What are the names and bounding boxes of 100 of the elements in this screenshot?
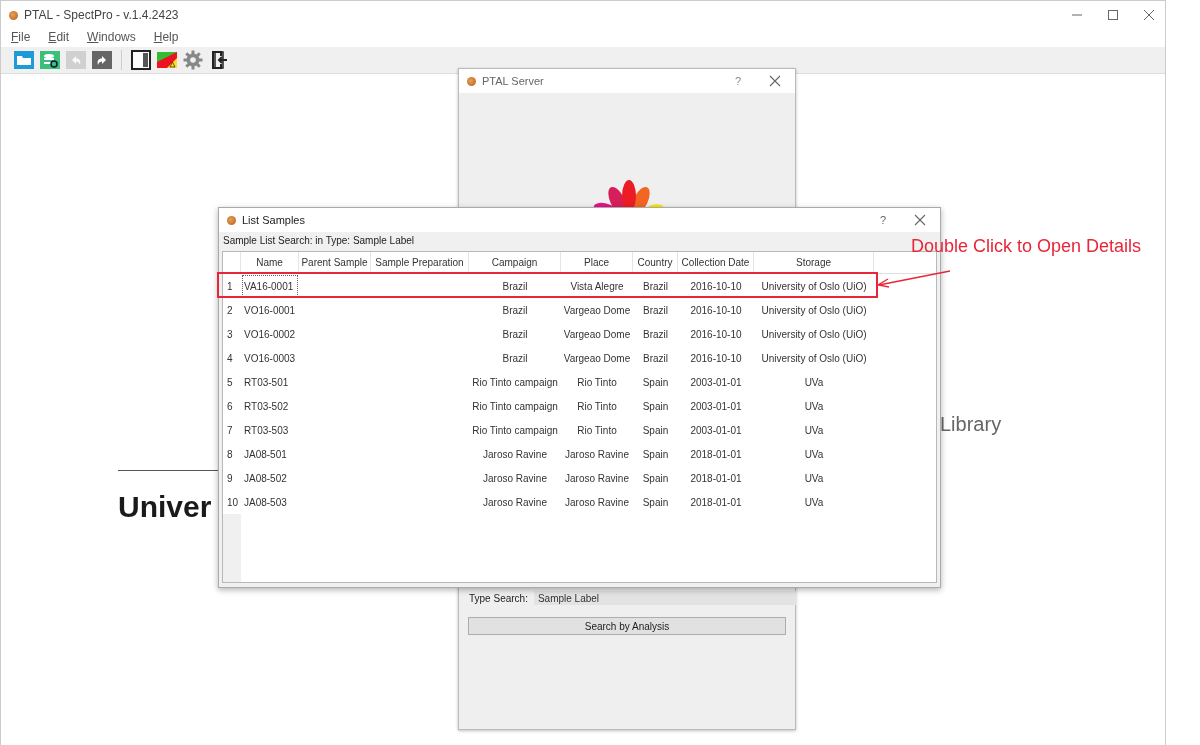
redo-icon <box>92 50 112 70</box>
toolbar-button[interactable] <box>130 49 152 71</box>
annotation-text: Double Click to Open Details <box>911 236 1142 257</box>
table-cell-text: 2016-10-10 <box>689 351 743 366</box>
row-number: 9 <box>226 471 234 486</box>
row-number: 6 <box>226 399 234 414</box>
column-header[interactable]: Name <box>241 252 299 273</box>
table-cell-text: Rio Tinto campaign <box>471 375 559 390</box>
table-cell-text: 2003-01-01 <box>689 399 743 414</box>
table-cell-text: JA08-502 <box>243 471 288 486</box>
table-cell-text: Jaroso Ravine <box>482 495 548 510</box>
panel-icon <box>131 50 151 70</box>
column-header[interactable]: Collection Date <box>678 252 754 273</box>
table-row[interactable]: 7 RT03-503 Rio Tinto campaign Rio Tinto Spain 2003-01-01 UVa <box>223 418 936 442</box>
table-cell-text: UVa <box>803 375 825 390</box>
table-cell-text: Jaroso Ravine <box>482 471 548 486</box>
row-number: 10 <box>226 495 240 510</box>
table-row[interactable]: 10 JA08-503 Jaroso Ravine Jaroso Ravine Spain 2018-01-01 UVa <box>223 490 936 514</box>
table-row[interactable]: 4 VO16-0003 Brazil Vargeao Dome Brazil 2016-10-10 University of Oslo (UiO) <box>223 346 936 370</box>
window-title: PTAL - SpectPro - v.1.4.2423 <box>24 8 179 22</box>
menu-item[interactable]: Help <box>153 30 179 44</box>
toolbar-button[interactable] <box>39 49 61 71</box>
table-row[interactable]: 5 RT03-501 Rio Tinto campaign Rio Tinto Spain 2003-01-01 UVa <box>223 370 936 394</box>
row-number: 7 <box>226 423 234 438</box>
close-icon[interactable] <box>914 214 926 226</box>
menu-item[interactable]: Edit <box>48 30 70 44</box>
menu-item[interactable]: File <box>11 30 31 44</box>
table-cell-text: Rio Tinto <box>576 399 618 414</box>
table-cell-text: Jaroso Ravine <box>482 447 548 462</box>
column-header[interactable]: Campaign <box>469 252 561 273</box>
library-text: Library <box>940 412 1002 437</box>
row-number: 3 <box>226 327 234 342</box>
help-button[interactable]: ? <box>734 75 741 87</box>
table-cell-text: UVa <box>803 399 825 414</box>
column-header[interactable]: Storage <box>754 252 874 273</box>
table-cell-text: Rio Tinto campaign <box>471 423 559 438</box>
app-icon <box>227 215 236 225</box>
table-cell-text: Spain <box>641 399 670 414</box>
folder-icon <box>14 50 34 70</box>
close-icon[interactable] <box>1141 8 1157 22</box>
table-cell-text: Brazil <box>501 303 529 318</box>
maximize-icon[interactable] <box>1105 8 1121 22</box>
table-row[interactable]: 8 JA08-501 Jaroso Ravine Jaroso Ravine Spain 2018-01-01 UVa <box>223 442 936 466</box>
column-header[interactable]: Sample Preparation <box>371 252 469 273</box>
table-cell-text: JA08-501 <box>243 447 288 462</box>
row-number: 8 <box>226 447 234 462</box>
type-search-field[interactable]: Sample Label <box>533 591 796 605</box>
column-header[interactable]: Place <box>561 252 633 273</box>
table-cell-text: 2018-01-01 <box>689 447 743 462</box>
table-cell-text: University of Oslo (UiO) <box>760 279 868 294</box>
table-cell-text: UVa <box>803 471 825 486</box>
table-cell-text: Vargeao Dome <box>562 327 632 342</box>
table-cell-text: University of Oslo (UiO) <box>760 327 868 342</box>
menu-item[interactable]: Windows <box>87 30 136 44</box>
table-cell-text: 2016-10-10 <box>689 279 743 294</box>
app-icon <box>9 10 18 20</box>
table-cell-text: Jaroso Ravine <box>564 447 630 462</box>
table-cell-text: Vargeao Dome <box>562 303 632 318</box>
table-cell-text: UVa <box>803 423 825 438</box>
table-row[interactable]: 9 JA08-502 Jaroso Ravine Jaroso Ravine Spain 2018-01-01 UVa <box>223 466 936 490</box>
table-row[interactable]: 2 VO16-0001 Brazil Vargeao Dome Brazil 2016-10-10 University of Oslo (UiO) <box>223 298 936 322</box>
row-number: 2 <box>226 303 234 318</box>
table-row[interactable]: 6 RT03-502 Rio Tinto campaign Rio Tinto Spain 2003-01-01 UVa <box>223 394 936 418</box>
help-button[interactable]: ? <box>879 214 886 226</box>
table-cell-text: Brazil <box>642 279 669 294</box>
table-cell-text: JA08-503 <box>243 495 288 510</box>
table-cell-text: University of Oslo (UiO) <box>760 351 868 366</box>
table-cell-text: Brazil <box>642 303 669 318</box>
table-cell-text: UVa <box>803 447 825 462</box>
table-cell-text: 2018-01-01 <box>689 495 743 510</box>
heading-text: Univer <box>118 489 212 525</box>
table-cell-text: Brazil <box>642 351 669 366</box>
type-search-label: Type Search: <box>469 592 528 604</box>
close-icon[interactable] <box>769 75 781 87</box>
table-cell-text: VO16-0003 <box>243 351 297 366</box>
column-header[interactable]: Country <box>633 252 678 273</box>
database-icon <box>40 50 60 70</box>
table-cell-text: RT03-502 <box>243 399 290 414</box>
table-cell-text: Spain <box>641 447 670 462</box>
table-cell-text: Jaroso Ravine <box>564 495 630 510</box>
table-cell-text: Rio Tinto campaign <box>471 399 559 414</box>
table-cell-text: Spain <box>641 423 670 438</box>
table-cell-text: Spain <box>641 471 670 486</box>
column-header[interactable]: Parent Sample <box>299 252 371 273</box>
table-cell-text: 2018-01-01 <box>689 471 743 486</box>
table-cell-text: Vista Alegre <box>569 279 625 294</box>
search-by-analysis-button[interactable]: Search by Analysis <box>468 617 786 635</box>
table-cell-text: Vargeao Dome <box>562 351 632 366</box>
table-cell-text: Rio Tinto <box>576 375 618 390</box>
table-cell-text: Brazil <box>501 327 529 342</box>
table-cell-text: Brazil <box>501 279 529 294</box>
row-number: 1 <box>226 279 234 294</box>
table-cell-text: Brazil <box>501 351 529 366</box>
settings-icon <box>183 50 203 70</box>
table-cell-text: VO16-0001 <box>243 303 297 318</box>
table-cell-text: Spain <box>641 375 670 390</box>
row-number: 4 <box>226 351 234 366</box>
lotus-logo <box>593 178 665 208</box>
table-row[interactable]: 3 VO16-0002 Brazil Vargeao Dome Brazil 2016-10-10 University of Oslo (UiO) <box>223 322 936 346</box>
table-cell-text: Jaroso Ravine <box>564 471 630 486</box>
